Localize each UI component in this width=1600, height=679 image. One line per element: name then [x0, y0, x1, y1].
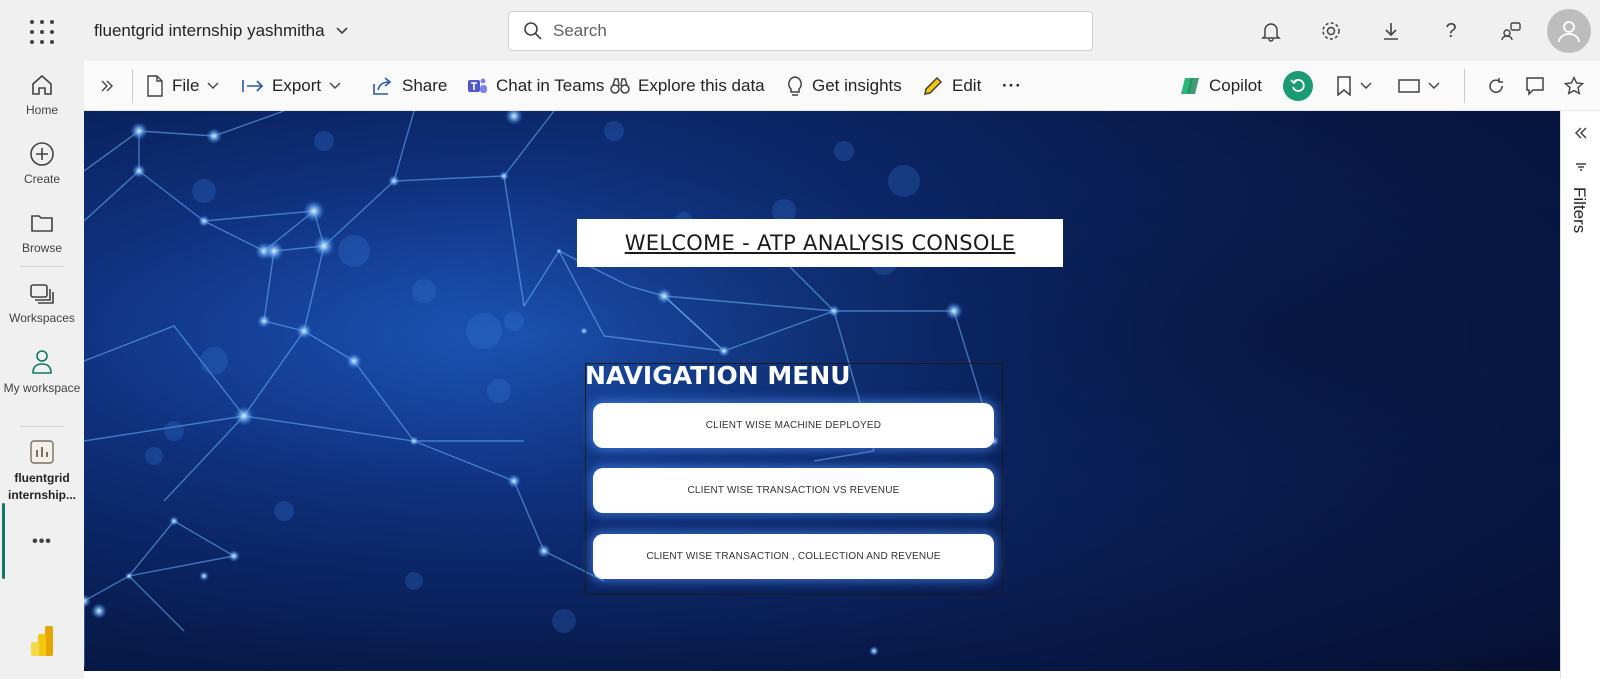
bookmark-button[interactable]: [1336, 61, 1372, 111]
rail-label-browse: Browse: [21, 241, 62, 255]
home-icon: [32, 74, 52, 95]
navigation-menu-title: NAVIGATION MENU: [585, 361, 851, 390]
rail-label-home: Home: [25, 103, 58, 117]
toolbar-divider: [132, 69, 133, 103]
filter-icon: [1576, 163, 1586, 171]
edit-button[interactable]: Edit: [922, 61, 981, 111]
export-label: Export: [272, 76, 322, 95]
app-launcher-icon[interactable]: [28, 18, 56, 46]
star-icon: [1564, 76, 1584, 95]
binoculars-icon: [610, 78, 630, 94]
rail-label-my-workspace: My workspace: [3, 381, 81, 395]
feedback-icon[interactable]: [1495, 15, 1527, 47]
edit-label: Edit: [952, 76, 982, 95]
chevron-down-icon: [207, 82, 219, 89]
rail-label-current-report: fluentgrid internship...: [8, 471, 77, 502]
canvas-bottom-strip: [84, 671, 1560, 679]
user-avatar[interactable]: [1547, 9, 1591, 53]
view-button[interactable]: [1398, 61, 1440, 111]
file-menu-button[interactable]: File: [146, 61, 219, 111]
file-icon: [147, 75, 163, 97]
rail-divider: [20, 266, 64, 267]
chat-in-teams-label: Chat in Teams: [496, 76, 605, 95]
bookmark-icon: [1337, 76, 1351, 96]
rail-label-workspaces: Workspaces: [9, 311, 75, 325]
get-insights-button[interactable]: Get insights: [786, 61, 902, 111]
pencil-icon: [924, 76, 943, 95]
reset-icon: [1283, 71, 1313, 101]
search-input[interactable]: [553, 21, 1053, 41]
chevrons-right-icon: [101, 80, 113, 92]
filters-pane[interactable]: Filters: [1560, 111, 1600, 679]
report-icon: [30, 440, 54, 464]
workspaces-icon: [30, 284, 54, 304]
copilot-button[interactable]: Copilot: [1179, 61, 1262, 111]
chevron-down-icon: [1360, 82, 1372, 89]
powerbi-logo: [0, 621, 84, 663]
teams-icon: [468, 78, 487, 93]
notifications-icon[interactable]: [1255, 15, 1287, 47]
plus-circle-icon: [30, 142, 54, 166]
left-nav-rail: Home Create Browse Workspaces My workspa…: [0, 61, 84, 679]
toolbar-divider: [1464, 69, 1465, 103]
powerbi-logo-icon: [31, 626, 53, 656]
rail-item-browse[interactable]: Browse: [0, 207, 84, 255]
welcome-title: WELCOME - ATP ANALYSIS CONSOLE: [577, 219, 1063, 267]
comments-button[interactable]: [1525, 61, 1545, 111]
share-icon: [373, 77, 392, 95]
nav-button-machine-deployed[interactable]: CLIENT WISE MACHINE DEPLOYED: [593, 403, 994, 448]
top-bar: fluentgrid internship yashmitha ?: [0, 0, 1600, 61]
nav-button-transaction-collection-revenue[interactable]: CLIENT WISE TRANSACTION , COLLECTION AND…: [593, 534, 994, 579]
copilot-label: Copilot: [1209, 76, 1262, 95]
explore-data-button[interactable]: Explore this data: [610, 61, 765, 111]
export-menu-button[interactable]: Export: [242, 61, 341, 111]
chevron-down-icon: [329, 82, 341, 89]
chevron-down-icon: [1428, 82, 1440, 89]
export-icon: [242, 80, 264, 92]
report-canvas: WELCOME - ATP ANALYSIS CONSOLE NAVIGATIO…: [84, 111, 1560, 671]
workspace-switcher[interactable]: fluentgrid internship yashmitha: [94, 21, 349, 41]
get-insights-label: Get insights: [812, 76, 902, 95]
settings-icon[interactable]: [1315, 15, 1347, 47]
workspace-title: fluentgrid internship yashmitha: [94, 21, 325, 40]
share-button[interactable]: Share: [372, 61, 447, 111]
rail-item-home[interactable]: Home: [0, 69, 84, 117]
explore-data-label: Explore this data: [638, 76, 765, 95]
chevron-down-icon: [336, 27, 348, 35]
rail-item-my-workspace[interactable]: My workspace: [0, 346, 84, 397]
person-icon: [1558, 21, 1580, 43]
view-icon: [1398, 79, 1420, 93]
download-icon[interactable]: [1375, 15, 1407, 47]
chat-in-teams-button[interactable]: Chat in Teams: [466, 61, 604, 111]
expand-pane-button[interactable]: [100, 61, 114, 111]
filters-label: Filters: [1570, 187, 1589, 234]
lightbulb-icon: [788, 76, 802, 96]
rail-item-create[interactable]: Create: [0, 138, 84, 186]
report-toolbar: File Export Share Chat in Teams Explore …: [84, 61, 1600, 111]
rail-item-current-report[interactable]: fluentgrid internship...: [0, 436, 84, 504]
folder-icon: [31, 215, 53, 232]
person-icon: [32, 350, 52, 374]
file-label: File: [172, 76, 200, 95]
powerbi-app: fluentgrid internship yashmitha ? Home: [0, 0, 1600, 679]
refresh-icon: [1489, 78, 1503, 93]
search-icon: [524, 22, 542, 40]
more-options-button[interactable]: ···: [1002, 61, 1022, 111]
rail-item-workspaces[interactable]: Workspaces: [0, 277, 84, 325]
rail-more-button[interactable]: •••: [0, 533, 84, 551]
comment-icon: [1526, 77, 1544, 96]
reset-button[interactable]: [1283, 61, 1313, 111]
favorite-button[interactable]: [1564, 61, 1584, 111]
nav-button-transaction-vs-revenue[interactable]: CLIENT WISE TRANSACTION VS REVENUE: [593, 468, 994, 513]
search-box[interactable]: [508, 11, 1093, 51]
copilot-icon: [1181, 78, 1199, 94]
collapse-chevrons-icon[interactable]: [1574, 127, 1588, 139]
refresh-button[interactable]: [1487, 61, 1505, 111]
rail-label-create: Create: [23, 172, 61, 186]
rail-divider: [20, 426, 64, 427]
help-icon[interactable]: ?: [1435, 15, 1467, 47]
share-label: Share: [402, 76, 448, 95]
